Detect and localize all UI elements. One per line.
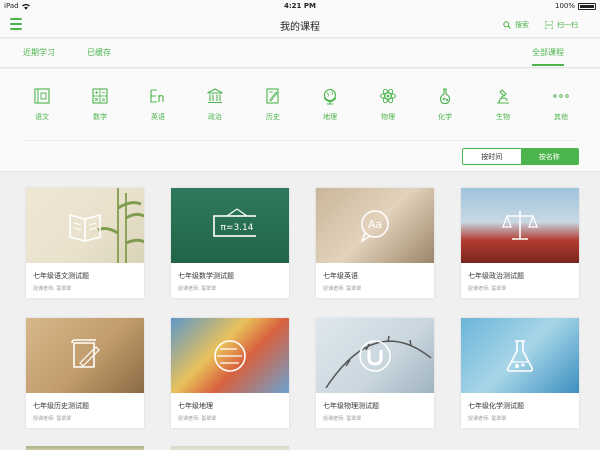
status-time: 4:21 PM (284, 2, 316, 10)
subject-chemistry[interactable]: 化学 (420, 87, 470, 122)
bubble-text: Aa (368, 218, 382, 231)
tab-recent[interactable]: 近期学习 (23, 47, 55, 58)
course-thumbnail (461, 318, 579, 393)
letters-icon (150, 89, 164, 103)
scan-label: 扫一扫 (557, 21, 578, 29)
hamburger-menu-icon[interactable] (10, 18, 22, 30)
subject-other[interactable]: 其他 (536, 87, 586, 122)
course-teacher: 授课老师: 誓翠翠 (468, 416, 507, 422)
course-card[interactable]: π=3.14 七年级数学测试题 授课老师: 誓翠翠 (171, 188, 289, 298)
course-teacher: 授课老师: 誓翠翠 (178, 416, 217, 422)
flask-icon (439, 88, 451, 105)
subject-label: 生物 (496, 113, 510, 121)
course-teacher: 授课老师: 誓翠翠 (33, 286, 72, 292)
sort-by-name-button[interactable]: 按名称 (520, 149, 578, 164)
magnet-icon (359, 340, 391, 372)
scroll-pen-icon (266, 88, 279, 104)
course-title: 七年级政治测试题 (468, 272, 524, 280)
course-card-partial[interactable] (171, 446, 289, 450)
course-card[interactable]: 七年级政治测试题 授课老师: 誓翠翠 (461, 188, 579, 298)
subject-geography[interactable]: 地理 (305, 87, 355, 122)
course-card[interactable]: Aa 七年级英语 授课老师: 誓翠翠 (316, 188, 434, 298)
tab-all-courses[interactable]: 全部课程 (532, 47, 564, 66)
course-thumbnail: π=3.14 (171, 188, 289, 263)
beaker-icon (506, 340, 534, 372)
scales-icon (502, 211, 538, 240)
atom-icon (380, 88, 396, 104)
subject-english[interactable]: 英语 (133, 87, 183, 122)
search-icon (503, 21, 511, 29)
subject-label: 其他 (554, 113, 568, 121)
course-thumbnail (461, 188, 579, 263)
subject-label: 地理 (323, 113, 337, 121)
globe-icon (323, 88, 337, 105)
sort-by-time-button[interactable]: 按时间 (463, 149, 521, 164)
pi-board-icon: π=3.14 (213, 208, 256, 237)
course-title: 七年级数学测试题 (178, 272, 234, 280)
course-teacher: 授课老师: 誓翠翠 (178, 286, 217, 292)
battery-percent: 100% (554, 2, 575, 10)
subject-filter: 语文 数学 英语 政治 历史 地理 物理 化学 生物 其他 按时间 按名称 (0, 69, 600, 172)
course-title: 七年级地理 (178, 402, 213, 410)
microscope-icon (497, 89, 509, 104)
battery-icon (578, 2, 596, 10)
subject-physics[interactable]: 物理 (363, 87, 413, 122)
subject-biology[interactable]: 生物 (478, 87, 528, 122)
subject-label: 政治 (208, 113, 222, 121)
open-book-icon (69, 213, 101, 242)
scan-button[interactable]: 扫一扫 (545, 20, 578, 30)
course-title: 七年级物理测试题 (323, 402, 379, 410)
subject-label: 数学 (93, 113, 107, 121)
course-card[interactable]: 七年级语文测试题 授课老师: 誓翠翠 (26, 188, 144, 298)
sort-toggle: 按时间 按名称 (462, 148, 579, 165)
globe-icon (214, 340, 246, 372)
course-teacher: 授课老师: 誓翠翠 (33, 416, 72, 422)
course-card-partial[interactable] (26, 446, 144, 450)
status-bar: iPad 4:21 PM 100% (0, 0, 600, 12)
search-label: 搜索 (515, 21, 529, 29)
course-tabs: 近期学习 已缓存 全部课程 (0, 39, 600, 68)
course-thumbnail (316, 318, 434, 393)
course-teacher: 授课老师: 誓翠翠 (323, 286, 362, 292)
course-title: 七年级化学测试题 (468, 402, 524, 410)
subject-math[interactable]: 数学 (75, 87, 125, 122)
more-dots-icon (553, 94, 569, 98)
search-button[interactable]: 搜索 (503, 20, 529, 30)
course-thumbnail (171, 318, 289, 393)
subject-history[interactable]: 历史 (248, 87, 298, 122)
subject-label: 语文 (35, 113, 49, 121)
course-title: 七年级语文测试题 (33, 272, 89, 280)
calculator-icon (92, 88, 108, 104)
building-icon (207, 88, 223, 104)
course-teacher: 授课老师: 誓翠翠 (323, 416, 362, 422)
scan-icon (545, 21, 553, 29)
course-card[interactable]: 七年级地理 授课老师: 誓翠翠 (171, 318, 289, 428)
subject-label: 英语 (151, 113, 165, 121)
pi-formula-text: π=3.14 (221, 223, 254, 233)
course-card[interactable]: 七年级物理测试题 授课老师: 誓翠翠 (316, 318, 434, 428)
divider (23, 140, 577, 141)
course-card[interactable]: 七年级化学测试题 授课老师: 誓翠翠 (461, 318, 579, 428)
course-thumbnail (26, 318, 144, 393)
nav-bar: 我的课程 搜索 扫一扫 (0, 12, 600, 38)
scroll-quill-icon (71, 339, 100, 368)
course-title: 七年级历史测试题 (33, 402, 89, 410)
subject-label: 历史 (266, 113, 280, 121)
tab-cached[interactable]: 已缓存 (87, 47, 111, 58)
subject-label: 物理 (381, 113, 395, 121)
course-thumbnail (26, 188, 144, 263)
speech-bubble-icon: Aa (360, 210, 389, 243)
course-thumbnail: Aa (316, 188, 434, 263)
subject-politics[interactable]: 政治 (190, 87, 240, 122)
subject-chinese[interactable]: 语文 (17, 87, 67, 122)
status-right: 100% (555, 2, 596, 10)
course-title: 七年级英语 (323, 272, 358, 280)
subject-label: 化学 (438, 113, 452, 121)
course-teacher: 授课老师: 誓翠翠 (468, 286, 507, 292)
book-icon (34, 88, 50, 104)
course-card[interactable]: 七年级历史测试题 授课老师: 誓翠翠 (26, 318, 144, 428)
